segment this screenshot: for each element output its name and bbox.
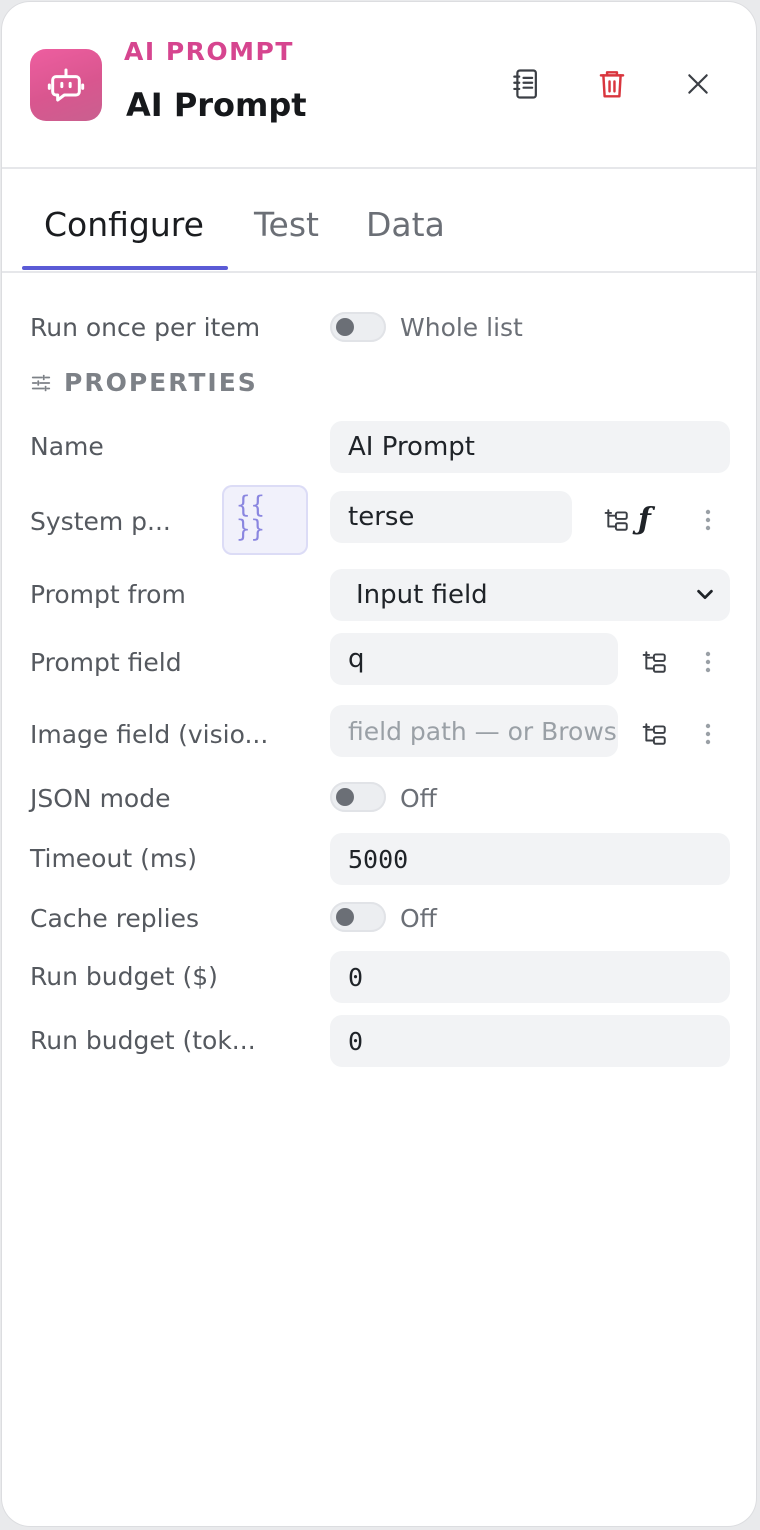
prompt-field-browse-button[interactable] bbox=[638, 645, 672, 679]
docs-button[interactable] bbox=[504, 62, 548, 106]
run-budget-usd-input[interactable]: 0 bbox=[330, 951, 730, 1003]
json-mode-toggle[interactable] bbox=[330, 782, 386, 812]
tree-browse-icon bbox=[642, 723, 666, 745]
cache-replies-toggle-label: Off bbox=[400, 904, 437, 933]
close-button[interactable] bbox=[676, 62, 720, 106]
prompt-from-value: Input field bbox=[356, 580, 488, 610]
node-title: AI Prompt bbox=[126, 86, 307, 124]
more-vertical-icon bbox=[705, 723, 711, 745]
system-prompt-label: System p... bbox=[30, 507, 171, 536]
run-budget-usd-label: Run budget ($) bbox=[30, 962, 218, 991]
prompt-field-input[interactable]: q bbox=[330, 633, 618, 685]
template-braces-close: }} bbox=[236, 515, 265, 543]
panel-header: AI PROMPT AI Prompt bbox=[2, 2, 756, 169]
system-prompt-more-button[interactable] bbox=[698, 503, 718, 537]
prompt-from-label: Prompt from bbox=[30, 580, 186, 609]
cache-replies-label: Cache replies bbox=[30, 904, 199, 933]
node-config-panel: AI PROMPT AI Prompt Configure Test Data … bbox=[2, 2, 756, 1526]
active-tab-indicator bbox=[22, 266, 228, 270]
tree-browse-icon bbox=[642, 651, 666, 673]
more-vertical-icon bbox=[705, 509, 711, 531]
more-vertical-icon bbox=[705, 651, 711, 673]
run-once-toggle-label: Whole list bbox=[400, 313, 523, 342]
image-field-more-button[interactable] bbox=[698, 717, 718, 751]
run-once-label: Run once per item bbox=[30, 313, 261, 342]
prompt-field-label: Prompt field bbox=[30, 648, 182, 677]
chevron-down-icon bbox=[697, 589, 713, 600]
cache-replies-toggle[interactable] bbox=[330, 902, 386, 932]
tab-data[interactable]: Data bbox=[366, 205, 445, 244]
tree-browse-icon bbox=[604, 509, 628, 531]
timeout-label: Timeout (ms) bbox=[30, 844, 197, 873]
system-prompt-browse-button[interactable] bbox=[600, 503, 634, 537]
tab-bar: Configure Test Data bbox=[2, 169, 756, 273]
template-braces-open: {{ bbox=[236, 491, 265, 519]
image-field-input[interactable]: field path — or Browse bbox=[330, 705, 618, 757]
node-kind-label: AI PROMPT bbox=[124, 37, 294, 66]
close-icon bbox=[688, 74, 708, 94]
run-budget-tokens-label: Run budget (tok... bbox=[30, 1026, 256, 1055]
trash-icon bbox=[599, 71, 625, 98]
prompt-field-more-button[interactable] bbox=[698, 645, 718, 679]
prompt-from-select[interactable]: Input field bbox=[330, 569, 730, 621]
function-button[interactable]: ƒ bbox=[638, 502, 651, 537]
image-field-browse-button[interactable] bbox=[638, 717, 672, 751]
name-input[interactable]: AI Prompt bbox=[330, 421, 730, 473]
tab-test[interactable]: Test bbox=[254, 205, 319, 244]
json-mode-label: JSON mode bbox=[30, 784, 171, 813]
delete-button[interactable] bbox=[590, 62, 634, 106]
robot-icon bbox=[30, 49, 102, 121]
properties-section-header: PROPERTIES bbox=[30, 368, 258, 397]
run-budget-tokens-input[interactable]: 0 bbox=[330, 1015, 730, 1067]
json-mode-toggle-label: Off bbox=[400, 784, 437, 813]
system-prompt-input[interactable]: terse bbox=[330, 491, 572, 543]
timeout-input[interactable]: 5000 bbox=[330, 833, 730, 885]
properties-section-title: PROPERTIES bbox=[64, 368, 258, 397]
template-toggle-button[interactable]: {{ }} bbox=[222, 485, 308, 555]
run-once-toggle[interactable] bbox=[330, 312, 386, 342]
sliders-icon bbox=[31, 374, 51, 391]
notebook-icon bbox=[513, 69, 537, 99]
tab-configure[interactable]: Configure bbox=[44, 205, 204, 244]
image-field-label: Image field (visio... bbox=[30, 720, 269, 749]
name-label: Name bbox=[30, 432, 104, 461]
